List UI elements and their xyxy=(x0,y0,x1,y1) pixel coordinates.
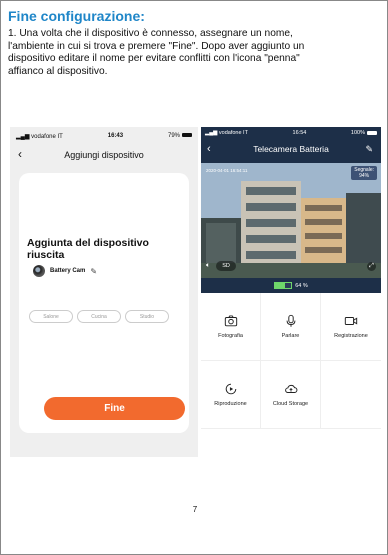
instruction-line: affianco al dispositivo. xyxy=(8,65,108,77)
function-label: Parlare xyxy=(281,333,300,339)
function-playback[interactable]: Riproduzione xyxy=(201,361,261,429)
function-cloud[interactable]: Cloud Storage xyxy=(261,361,321,429)
instruction-line: l'ambiente in cui si trova e premere "Fi… xyxy=(8,40,305,52)
device-name: Battery Cam xyxy=(50,268,86,274)
signal-icon: ▂▄▆ xyxy=(16,133,32,140)
status-bar: ▂▄▆ vodafone IT 16:43 79% xyxy=(10,127,198,145)
signal-value: 94% xyxy=(359,173,370,179)
quality-toggle[interactable]: SD xyxy=(216,261,236,271)
fullscreen-icon[interactable]: ⤢ xyxy=(367,262,376,271)
live-video[interactable]: 2020-04-01 16:54:11 Segnale: 94% 🔈︎ SD ⤢ xyxy=(201,163,381,278)
carrier-label: ▂▄▆ vodafone IT xyxy=(16,133,63,140)
back-icon[interactable]: ‹ xyxy=(18,147,22,161)
result-card: Aggiunta del dispositivo riuscita Batter… xyxy=(19,173,189,433)
instruction-line: dispositivo editare il nome per evitare … xyxy=(8,53,300,64)
done-button[interactable]: Fine xyxy=(44,397,185,420)
camera-battery: 64 % xyxy=(201,278,381,293)
video-controls: 🔈︎ SD xyxy=(206,261,236,271)
instruction-line: 1. Una volta che il dispositivo è connes… xyxy=(8,28,293,39)
function-talk[interactable]: Parlare xyxy=(261,293,321,361)
function-label: Registrazione xyxy=(334,333,368,339)
battery-bar-fill xyxy=(275,283,286,288)
camera-icon xyxy=(224,315,237,327)
clock: 16:54 xyxy=(292,130,307,136)
battery-indicator: 100% xyxy=(351,130,377,136)
section-heading: Fine configurazione: xyxy=(8,8,145,24)
room-chip-salone[interactable]: Salone xyxy=(29,310,73,323)
room-chips: Salone Cucina Studio xyxy=(29,310,169,323)
video-timestamp: 2020-04-01 16:54:11 xyxy=(206,168,248,173)
function-label: Riproduzione xyxy=(214,401,247,407)
pencil-edit-icon[interactable]: ✎ xyxy=(365,144,373,155)
camera-device-icon xyxy=(33,265,45,277)
instruction-text: 1. Una volta che il dispositivo è connes… xyxy=(8,28,378,78)
signal-strength-badge: Segnale: 94% xyxy=(351,166,377,180)
function-record[interactable]: Registrazione xyxy=(321,293,381,361)
function-photo[interactable]: Fotografia xyxy=(201,293,261,361)
video-record-icon xyxy=(344,317,358,325)
camera-view-screenshot: ▂▄▆ vodafone IT 16:54 100% ‹ Telecamera … xyxy=(201,127,381,457)
function-label: Cloud Storage xyxy=(272,401,309,407)
function-grid: Fotografia Parlare Registrazione Riprodu… xyxy=(201,293,381,457)
nav-bar: ‹ Aggiungi dispositivo xyxy=(10,145,198,165)
room-chip-cucina[interactable]: Cucina xyxy=(77,310,121,323)
speaker-icon[interactable]: 🔈︎ xyxy=(206,262,210,270)
battery-bar xyxy=(274,282,293,289)
clock: 16:43 xyxy=(107,133,124,139)
room-chip-studio[interactable]: Studio xyxy=(125,310,169,323)
playback-icon xyxy=(225,383,236,395)
battery-icon xyxy=(182,133,192,138)
camera-header: ▂▄▆ vodafone IT 16:54 100% ‹ Telecamera … xyxy=(201,127,381,293)
pencil-edit-icon[interactable]: ✎ xyxy=(90,267,97,276)
nav-bar: ‹ Telecamera Batteria ✎ xyxy=(201,140,381,158)
status-bar: ▂▄▆ vodafone IT 16:54 100% xyxy=(201,127,381,139)
carrier-label: ▂▄▆ vodafone IT xyxy=(205,130,248,136)
function-empty xyxy=(321,361,381,429)
battery-indicator: 79% xyxy=(168,133,192,139)
nav-title: Aggiungi dispositivo xyxy=(64,150,144,160)
nav-title: Telecamera Batteria xyxy=(253,144,329,154)
microphone-icon xyxy=(286,314,295,327)
back-icon[interactable]: ‹ xyxy=(207,143,211,155)
success-message: Aggiunta del dispositivo riuscita xyxy=(27,237,149,261)
battery-percent: 64 % xyxy=(295,282,308,289)
device-row: Battery Cam ✎ xyxy=(33,265,97,277)
add-device-screenshot: ▂▄▆ vodafone IT 16:43 79% ‹ Aggiungi dis… xyxy=(10,127,198,457)
page-number: 7 xyxy=(192,505,198,514)
cloud-icon xyxy=(284,384,297,393)
function-label: Fotografia xyxy=(218,333,243,339)
manual-page: Fine configurazione: 1. Una volta che il… xyxy=(0,0,388,555)
battery-icon xyxy=(367,130,377,135)
signal-icon: ▂▄▆ xyxy=(205,130,219,136)
